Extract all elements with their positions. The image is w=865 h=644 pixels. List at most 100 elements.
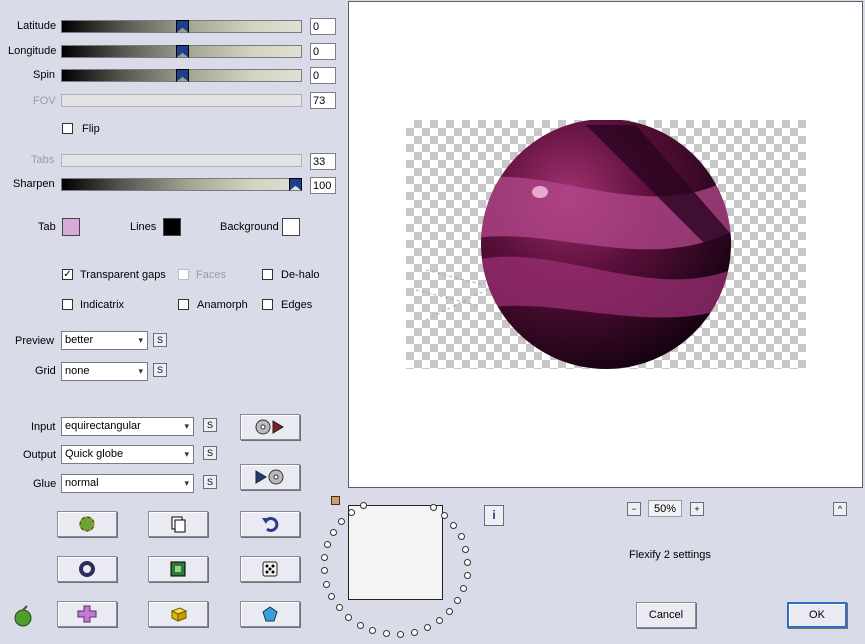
ring-dot[interactable]: [347, 508, 355, 516]
disc-arrow-icon: [255, 419, 284, 435]
random-button[interactable]: [240, 556, 300, 582]
zoom-out-button[interactable]: −: [627, 502, 641, 516]
world-button[interactable]: [57, 511, 117, 537]
ring-dot[interactable]: [463, 572, 471, 580]
ring-dot[interactable]: [429, 504, 437, 511]
collapse-button[interactable]: ^: [833, 502, 847, 516]
ring-dot[interactable]: [462, 545, 470, 553]
input-small-button[interactable]: S: [203, 418, 217, 432]
chevron-down-icon: ▾: [184, 478, 189, 488]
glue-label: Glue: [33, 478, 57, 490]
transparent-gaps-checkbox[interactable]: ✓: [62, 269, 73, 280]
thumbnail-preview[interactable]: [348, 505, 443, 600]
ring-dot[interactable]: [460, 585, 468, 593]
de-halo-checkbox[interactable]: [262, 269, 273, 280]
longitude-value[interactable]: 0: [310, 43, 336, 60]
ring-dot[interactable]: [324, 541, 332, 549]
ring-dot[interactable]: [457, 533, 465, 541]
latitude-slider[interactable]: [61, 20, 302, 33]
output-select[interactable]: Quick globe ▾: [61, 445, 194, 464]
preview-select[interactable]: better ▾: [61, 331, 148, 350]
ring-dot[interactable]: [369, 627, 377, 635]
sharpen-value[interactable]: 100: [310, 177, 336, 194]
zoom-in-button[interactable]: +: [690, 502, 704, 516]
ring-dot[interactable]: [435, 617, 443, 625]
load-input-button[interactable]: [240, 414, 300, 440]
ring-dot[interactable]: [446, 608, 454, 616]
undo-button[interactable]: [240, 511, 300, 537]
chevron-down-icon: ▾: [184, 421, 189, 431]
edges-checkbox[interactable]: [262, 299, 273, 310]
cancel-button[interactable]: Cancel: [636, 602, 696, 628]
ring-dot[interactable]: [450, 521, 458, 529]
cross-button[interactable]: [57, 601, 117, 627]
longitude-slider-thumb[interactable]: [176, 45, 189, 58]
save-output-button[interactable]: [240, 464, 300, 490]
spin-value[interactable]: 0: [310, 67, 336, 84]
ring-dot[interactable]: [337, 518, 345, 526]
transparent-gaps-label: Transparent gaps: [80, 269, 166, 281]
chevron-down-icon: ▾: [184, 449, 189, 459]
tabs-value[interactable]: 33: [310, 153, 336, 170]
tab-color-label: Tab: [38, 221, 56, 233]
spin-slider-thumb[interactable]: [176, 69, 189, 82]
lines-color-swatch[interactable]: [163, 218, 181, 236]
input-select[interactable]: equirectangular ▾: [61, 417, 194, 436]
chevron-down-icon: ▾: [138, 366, 143, 376]
glue-select[interactable]: normal ▾: [61, 474, 194, 493]
grid-select[interactable]: none ▾: [61, 362, 148, 381]
info-button[interactable]: i: [484, 505, 504, 526]
tab-color-swatch[interactable]: [62, 218, 80, 236]
polyhedron-icon: [262, 606, 278, 622]
indicatrix-checkbox[interactable]: [62, 299, 73, 310]
ring-dot[interactable]: [423, 624, 431, 632]
preview-small-button[interactable]: S: [153, 333, 167, 347]
de-halo-label: De-halo: [281, 269, 320, 281]
ring-dot[interactable]: [441, 511, 449, 519]
ring-dot[interactable]: [335, 604, 343, 612]
ring-dot[interactable]: [454, 597, 462, 605]
ring-dot[interactable]: [328, 593, 336, 601]
ring-dot[interactable]: [320, 567, 328, 575]
grid-label: Grid: [35, 365, 56, 377]
globe-preview-image: [415, 120, 731, 369]
cube-button[interactable]: [148, 601, 208, 627]
preview-select-value: better: [65, 334, 94, 346]
ring-icon: [79, 561, 95, 577]
ok-button-label: OK: [809, 609, 825, 621]
background-color-swatch[interactable]: [282, 218, 300, 236]
ring-dot[interactable]: [359, 501, 367, 509]
fov-slider: [61, 94, 302, 107]
spin-slider[interactable]: [61, 69, 302, 82]
fov-value[interactable]: 73: [310, 92, 336, 109]
glue-small-button[interactable]: S: [203, 475, 217, 489]
sharpen-slider-thumb[interactable]: [289, 178, 302, 191]
ring-dot[interactable]: [356, 621, 364, 629]
flip-checkbox[interactable]: [62, 123, 73, 134]
color-handle[interactable]: [331, 496, 340, 505]
spin-label: Spin: [33, 69, 56, 81]
latitude-value[interactable]: 0: [310, 18, 336, 35]
sharpen-slider[interactable]: [61, 178, 302, 191]
ring-dot[interactable]: [321, 554, 329, 562]
copy-icon: [171, 516, 186, 533]
ring-dot[interactable]: [323, 580, 331, 588]
ring-dot[interactable]: [410, 628, 418, 636]
output-select-value: Quick globe: [65, 448, 124, 460]
ring-dot[interactable]: [382, 630, 390, 638]
copy-button[interactable]: [148, 511, 208, 537]
ring-dot[interactable]: [329, 528, 337, 536]
latitude-slider-thumb[interactable]: [176, 20, 189, 33]
longitude-slider[interactable]: [61, 45, 302, 58]
zoom-level: 50%: [648, 500, 682, 517]
frame-button[interactable]: [148, 556, 208, 582]
ring-dot[interactable]: [345, 613, 353, 621]
ok-button[interactable]: OK: [787, 602, 847, 628]
polyhedron-button[interactable]: [240, 601, 300, 627]
ring-dot[interactable]: [464, 559, 472, 567]
ring-button[interactable]: [57, 556, 117, 582]
ring-dot[interactable]: [396, 630, 404, 638]
anamorph-checkbox[interactable]: [178, 299, 189, 310]
grid-small-button[interactable]: S: [153, 363, 167, 377]
output-small-button[interactable]: S: [203, 446, 217, 460]
